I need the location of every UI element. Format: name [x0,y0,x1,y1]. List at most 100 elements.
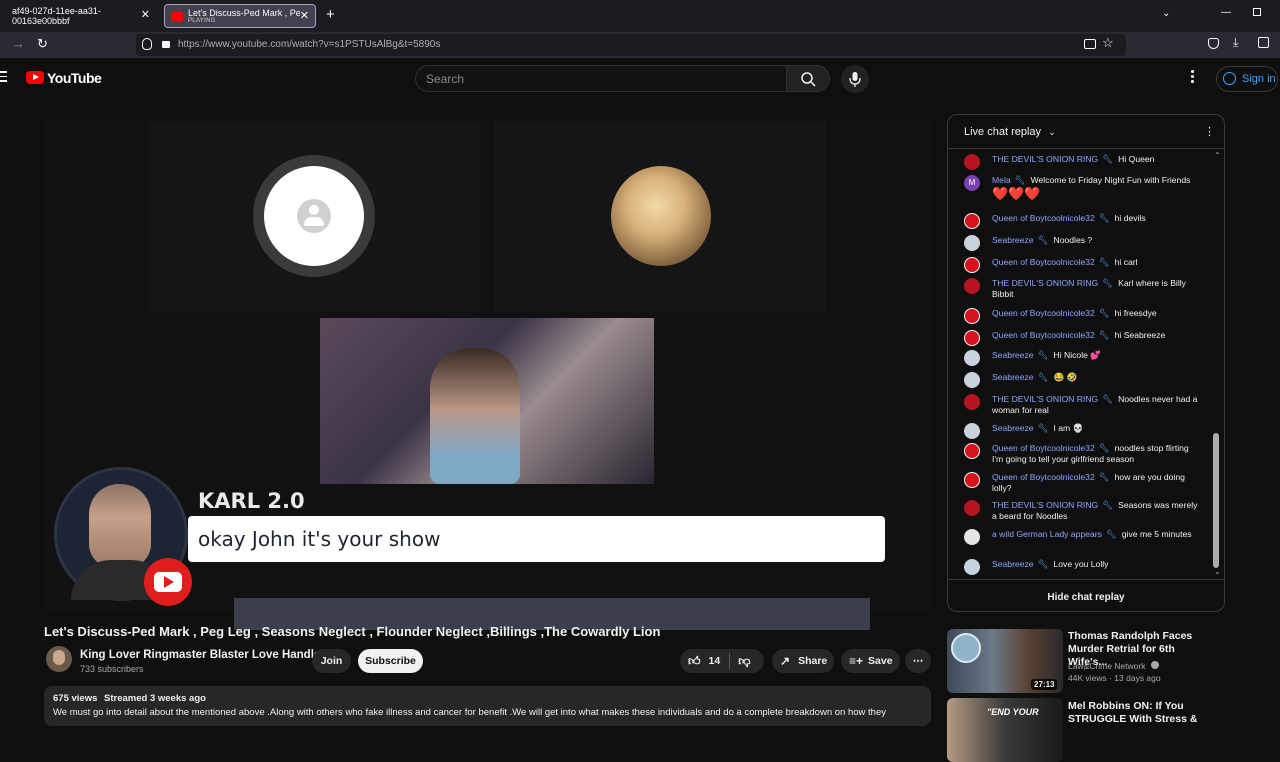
chat-message-text: Hi Nicole 💕 [1053,350,1101,360]
chat-author-name[interactable]: Mela [992,175,1011,185]
chat-message-body: Queen of Boytcoolnicole32 🔧︎ hi devils [992,213,1200,224]
chat-author-name[interactable]: Queen of Boytcoolnicole32 [992,472,1095,482]
chat-author-name[interactable]: Seabreeze [992,235,1034,245]
picture-in-picture-icon[interactable] [1084,39,1096,49]
search-button[interactable] [786,65,830,92]
save-label: Save [868,655,893,667]
extensions-icon[interactable] [1258,37,1269,48]
tab-list-chevron-icon[interactable]: ⌄ [1162,8,1170,19]
description-box[interactable]: 675 views Streamed 3 weeks ago We must g… [44,686,931,726]
chat-author-avatar[interactable] [964,213,980,229]
chat-author-name[interactable]: THE DEVIL'S ONION RING [992,278,1098,288]
thumbs-down-icon[interactable]: 👎︎ [738,654,750,669]
join-label: Join [320,655,343,667]
scroll-up-icon[interactable]: ⌃ [1214,151,1221,160]
chat-author-avatar[interactable] [964,350,980,366]
youtube-logo-icon[interactable] [26,71,44,84]
subscribe-button[interactable]: Subscribe [358,649,423,673]
share-button[interactable]: ↗ Share [772,649,834,673]
chat-message-body: Mela 🔧︎ Welcome to Friday Night Fun with F… [992,175,1200,202]
pocket-icon[interactable] [1208,38,1219,49]
recommendation-meta: 44K views · 13 days ago [1068,673,1161,683]
more-options-icon[interactable] [1191,70,1194,83]
video-player[interactable]: KARL 2.0 okay John it's your show [44,114,931,630]
chat-author-name[interactable]: Queen of Boytcoolnicole32 [992,308,1095,318]
youtube-logo-text[interactable]: YouTube [47,70,102,86]
browser-tab-active[interactable]: Let's Discuss-Ped Mark , Peg Le PLAYING … [164,4,316,28]
chat-author-name[interactable]: Queen of Boytcoolnicole32 [992,330,1095,340]
chat-author-name[interactable]: Queen of Boytcoolnicole32 [992,257,1095,267]
sign-in-button[interactable]: Sign in [1216,66,1278,92]
more-actions-button[interactable]: ⋯ [905,649,931,673]
join-button[interactable]: Join [312,649,351,673]
url-text[interactable]: https://www.youtube.com/watch?v=s1PSTUsA… [178,39,440,50]
chat-message-text: hi carl [1114,257,1138,267]
video-title: Let's Discuss-Ped Mark , Peg Leg , Seaso… [44,624,661,639]
recommendation-title[interactable]: Mel Robbins ON: If You STRUGGLE With Str… [1068,700,1204,726]
moderator-wrench-icon: 🔧︎ [1102,278,1114,288]
tab-playing-status: PLAYING [188,18,216,24]
chat-menu-icon[interactable]: ⋮ [1204,125,1215,138]
scroll-down-icon[interactable]: ⌄ [1214,567,1221,576]
chat-author-name[interactable]: a wild German Lady appears [992,529,1102,539]
chat-author-avatar[interactable] [964,500,980,516]
like-count[interactable]: 14 [709,655,721,667]
chat-author-name[interactable]: THE DEVIL'S ONION RING [992,394,1098,404]
chat-author-avatar[interactable] [964,308,980,324]
bookmark-star-icon[interactable]: ☆ [1102,35,1114,51]
chat-author-name[interactable]: Queen of Boytcoolnicole32 [992,213,1095,223]
recommendation-thumbnail[interactable]: "END YOUR [947,698,1063,762]
downloads-icon[interactable]: ⤓ [1233,35,1238,50]
chat-author-avatar[interactable] [964,257,980,273]
chat-author-avatar[interactable] [964,372,980,388]
recommendation-thumbnail[interactable]: 27:13 [947,629,1063,693]
chat-author-avatar[interactable] [964,235,980,251]
caption-text: okay John it's your show [198,527,441,551]
new-tab-icon[interactable]: + [326,6,335,23]
chat-message-body: Queen of Boytcoolnicole32 🔧︎ how are you d… [992,472,1200,494]
close-tab-icon[interactable]: ✕ [300,9,309,22]
chat-author-avatar[interactable] [964,154,980,170]
thumbs-up-icon[interactable]: 👍︎ [688,654,701,669]
chat-author-avatar[interactable] [964,529,980,545]
chat-author-avatar[interactable] [964,330,980,346]
chat-author-name[interactable]: Seabreeze [992,372,1034,382]
chat-author-avatar[interactable]: M [964,175,980,191]
chat-author-avatar[interactable] [964,423,980,439]
close-tab-icon[interactable]: ✕ [141,8,150,21]
chat-author-avatar[interactable] [964,443,980,459]
voice-search-button[interactable] [841,65,869,93]
sign-in-label: Sign in [1242,73,1276,85]
chat-author-name[interactable]: Seabreeze [992,350,1034,360]
reload-icon[interactable]: ↻ [37,36,48,52]
chat-author-name[interactable]: Queen of Boytcoolnicole32 [992,443,1095,453]
tab-title: af49-027d-11ee-aa31-00163e00bbbf [12,6,101,26]
add-to-playlist-icon: ≡+ [849,654,864,668]
chat-author-name[interactable]: Seabreeze [992,423,1034,433]
hide-chat-button[interactable]: Hide chat replay [948,579,1224,611]
chat-author-avatar[interactable] [964,278,980,294]
chat-author-name[interactable]: THE DEVIL'S ONION RING [992,500,1098,510]
save-button[interactable]: ≡+ Save [841,649,900,673]
chat-author-avatar[interactable] [964,472,980,488]
maximize-icon[interactable] [1253,8,1261,16]
participant-avatar [611,166,711,266]
chat-author-avatar[interactable] [964,394,980,410]
chat-message-text: Love you Lolly [1053,559,1109,569]
chat-author-avatar[interactable] [964,559,980,575]
chat-header[interactable]: Live chat replay ⌄ ⋮ [948,115,1224,149]
moderator-wrench-icon: 🔧︎ [1098,308,1110,318]
menu-icon[interactable] [0,71,7,82]
recommendation-channel[interactable]: Law&Crime Network [1068,661,1159,671]
minimize-icon[interactable]: — [1221,7,1231,18]
search-input[interactable]: Search [415,65,787,92]
chat-author-name[interactable]: THE DEVIL'S ONION RING [992,154,1098,164]
lock-icon[interactable] [162,41,170,48]
channel-name[interactable]: King Lover Ringmaster Blaster Love Handl… [80,649,320,661]
browser-tab[interactable]: af49-027d-11ee-aa31-00163e00bbbf ✕ [6,4,156,28]
forward-icon[interactable]: → [12,36,25,51]
chat-scrollbar[interactable] [1213,433,1219,568]
shield-icon[interactable] [142,38,152,50]
channel-avatar[interactable] [46,646,72,672]
chat-author-name[interactable]: Seabreeze [992,559,1034,569]
